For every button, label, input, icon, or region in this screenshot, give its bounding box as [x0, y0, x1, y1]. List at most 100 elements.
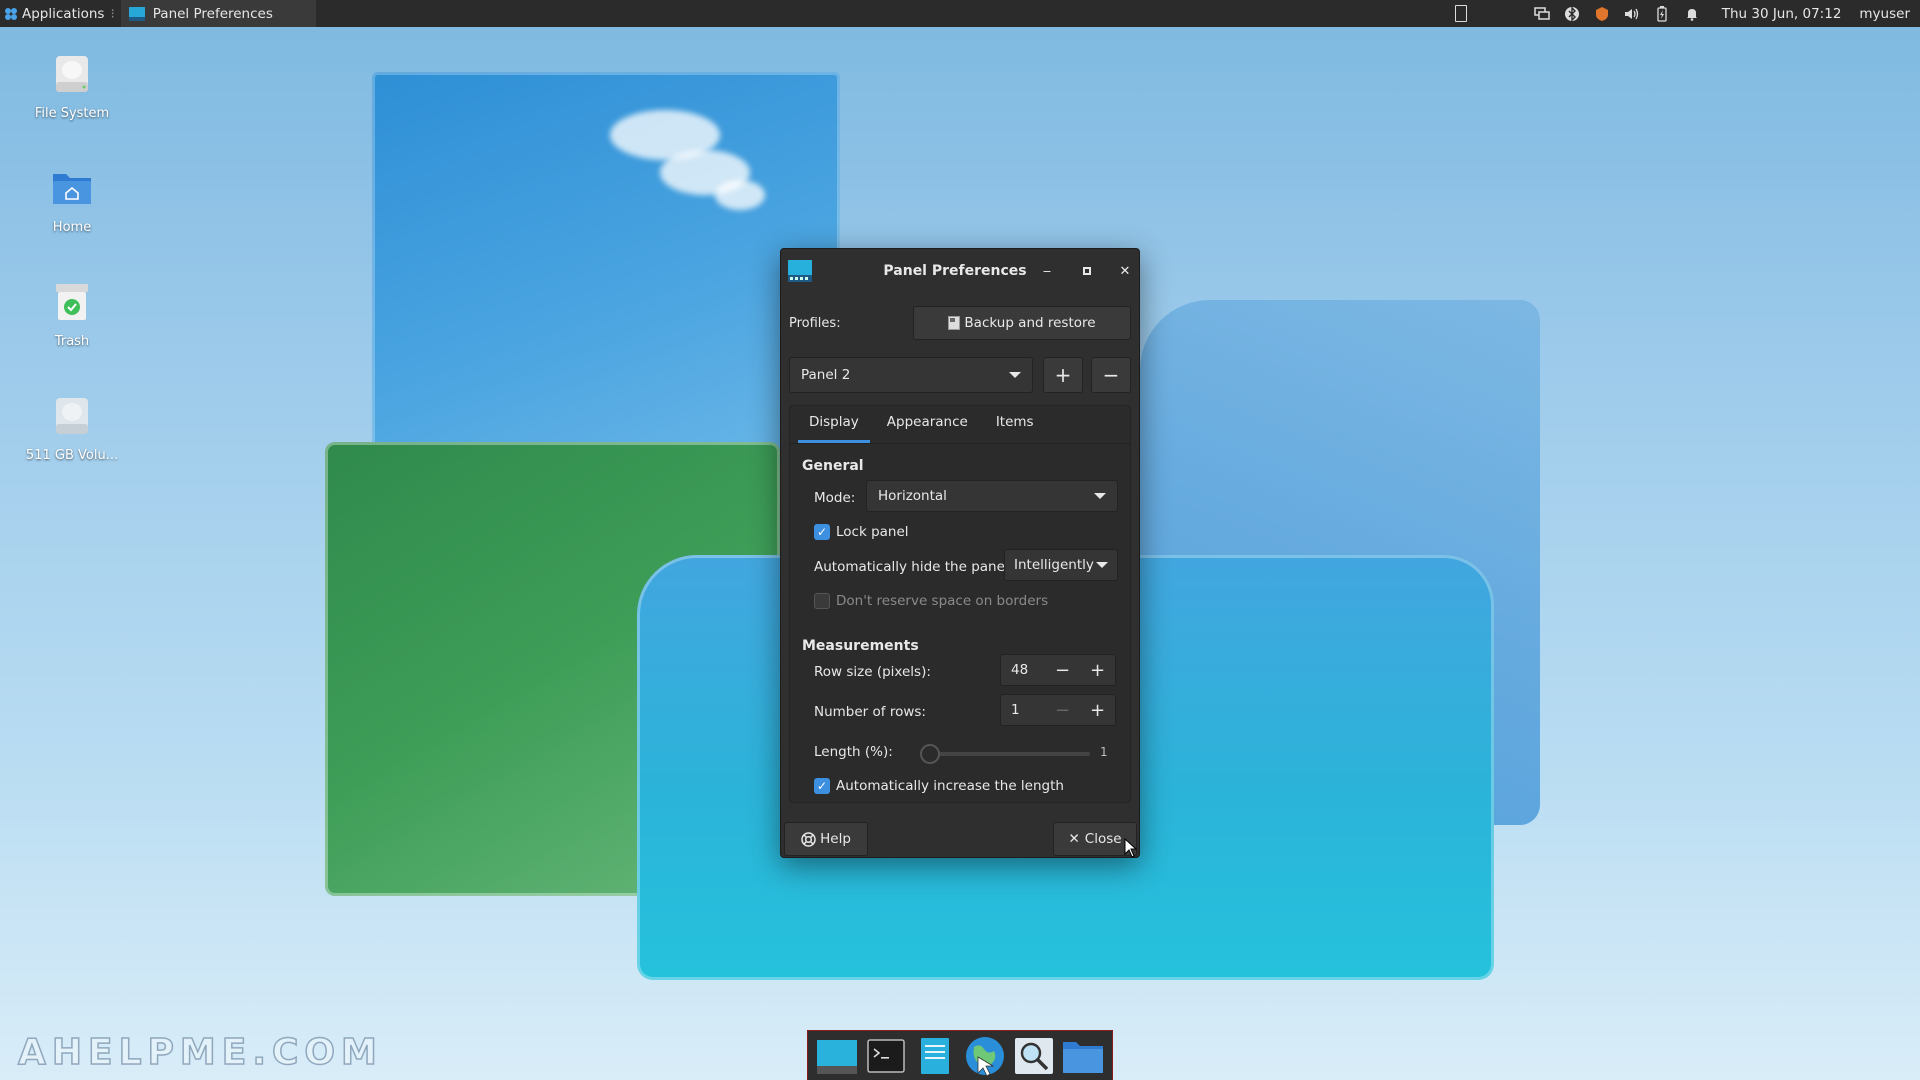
close-icon: ✕: [1119, 263, 1131, 279]
increment-button[interactable]: +: [1080, 660, 1115, 681]
profiles-label: Profiles:: [789, 315, 841, 331]
length-label: Length (%):: [814, 744, 893, 760]
dialog-titlebar[interactable]: Panel Preferences ‒ ✕: [781, 249, 1139, 293]
lock-panel-checkbox[interactable]: ✓ Lock panel: [814, 524, 909, 540]
taskbar-item-label: Panel Preferences: [152, 5, 273, 22]
desktop-icon-label: 511 GB Volu...: [25, 448, 119, 463]
dock-file-manager[interactable]: [1061, 1035, 1105, 1077]
rows-value: 1: [1011, 702, 1020, 718]
dock-terminal[interactable]: [864, 1035, 908, 1077]
panel-select-value: Panel 2: [801, 367, 851, 383]
top-panel: Applications ⁝ Panel Preferences Thu 30 …: [0, 0, 1920, 27]
help-button[interactable]: Help: [784, 822, 868, 856]
panel-preferences-app-icon: [788, 260, 812, 282]
row-size-value: 48: [1011, 662, 1029, 678]
mouse-cursor-icon: [1124, 838, 1138, 858]
remove-panel-button[interactable]: −: [1091, 357, 1131, 393]
dock-show-desktop[interactable]: [815, 1035, 859, 1077]
backup-restore-label: Backup and restore: [964, 315, 1096, 331]
workspace-indicator-icon[interactable]: [1455, 5, 1467, 22]
desktop-icon-trash[interactable]: Trash: [22, 280, 122, 349]
reserve-space-checkbox[interactable]: Don't reserve space on borders: [814, 593, 1048, 609]
row-size-spinbutton[interactable]: 48 − +: [1000, 654, 1116, 686]
drive-icon: [56, 398, 88, 434]
watermark: AHELPME.COM: [17, 1031, 383, 1074]
autohide-select[interactable]: Intelligently: [1004, 549, 1118, 581]
checkbox-unchecked-icon: [814, 593, 830, 609]
tab-bar: Display Appearance Items: [790, 406, 1130, 444]
applications-label: Applications: [22, 5, 105, 22]
measurements-section-title: Measurements: [802, 638, 919, 654]
auto-length-checkbox[interactable]: ✓ Automatically increase the length: [814, 778, 1064, 794]
dock-app-finder[interactable]: [1012, 1035, 1056, 1077]
add-panel-button[interactable]: +: [1043, 357, 1083, 393]
panel-preferences-dialog: Panel Preferences ‒ ✕ Profiles: Backup a…: [780, 248, 1140, 858]
row-size-label: Row size (pixels):: [814, 664, 931, 680]
general-section-title: General: [802, 458, 864, 474]
minimize-button[interactable]: ‒: [1037, 261, 1057, 281]
panel-select[interactable]: Panel 2: [789, 357, 1033, 393]
decrement-button[interactable]: −: [1045, 700, 1080, 721]
mode-select-value: Horizontal: [878, 488, 947, 504]
preferences-notebook: Display Appearance Items General Mode: H…: [789, 405, 1131, 803]
desktop-icon-home[interactable]: Home: [22, 166, 122, 235]
desktop-icon-file-system[interactable]: File System: [22, 52, 122, 121]
bottom-dock: [807, 1030, 1113, 1080]
checkbox-checked-icon: ✓: [814, 778, 830, 794]
help-label: Help: [820, 831, 851, 847]
increment-button[interactable]: +: [1080, 700, 1115, 721]
slider-handle[interactable]: [920, 744, 940, 764]
rows-label: Number of rows:: [814, 704, 926, 720]
document-save-icon: [948, 316, 961, 330]
close-window-button[interactable]: ✕: [1115, 261, 1135, 281]
dock-web-browser[interactable]: [963, 1035, 1007, 1077]
panel-settings-icon: [921, 1037, 950, 1074]
wallpaper-shape-back: [372, 72, 840, 482]
backup-restore-button[interactable]: Backup and restore: [913, 306, 1131, 340]
notification-bell-icon[interactable]: [1684, 6, 1700, 22]
chevron-down-icon: [1096, 562, 1108, 568]
user-menu[interactable]: myuser: [1859, 6, 1910, 22]
folder-icon: [1063, 1041, 1104, 1073]
bluetooth-icon[interactable]: [1564, 5, 1580, 22]
updates-shield-icon[interactable]: [1594, 6, 1610, 22]
network-icon[interactable]: [1533, 6, 1550, 22]
close-icon: ✕: [1068, 831, 1080, 847]
maximize-button[interactable]: [1077, 261, 1097, 281]
maximize-icon: [1083, 267, 1091, 275]
clock[interactable]: Thu 30 Jun, 07:12: [1722, 6, 1842, 22]
battery-charging-icon[interactable]: [1654, 5, 1670, 22]
checkbox-checked-icon: ✓: [814, 524, 830, 540]
mode-select[interactable]: Horizontal: [866, 480, 1118, 512]
tab-appearance[interactable]: Appearance: [876, 414, 979, 443]
dock-panel-preferences[interactable]: [913, 1035, 957, 1077]
taskbar-item-panel-preferences[interactable]: Panel Preferences: [120, 0, 316, 27]
applications-menu-button[interactable]: Applications ⁝: [0, 0, 121, 27]
search-icon: [1014, 1037, 1053, 1074]
wallpaper-cloud: [715, 180, 765, 210]
autohide-label: Automatically hide the panel:: [814, 559, 1014, 575]
mode-label: Mode:: [814, 490, 856, 506]
home-folder-icon: [53, 174, 91, 204]
close-label: Close: [1084, 831, 1122, 847]
length-slider[interactable]: [920, 744, 1090, 764]
rows-spinbutton[interactable]: 1 − +: [1000, 694, 1116, 726]
desktop-icon-label: Home: [52, 220, 92, 235]
web-browser-globe-icon: [965, 1036, 1004, 1077]
desktop-icon-volume[interactable]: 511 GB Volu...: [22, 394, 122, 463]
minimize-icon: ‒: [1042, 263, 1052, 279]
auto-length-label: Automatically increase the length: [836, 778, 1064, 794]
xfce-mouse-icon: [5, 7, 17, 20]
volume-icon[interactable]: [1624, 6, 1640, 22]
tab-items[interactable]: Items: [985, 414, 1045, 443]
show-desktop-icon: [816, 1039, 857, 1074]
panel-preferences-icon: [128, 6, 145, 21]
plus-icon: +: [1054, 363, 1072, 387]
tab-display[interactable]: Display: [798, 414, 870, 443]
trash-icon: [56, 284, 88, 320]
chevron-down-icon: [1094, 493, 1106, 499]
decrement-button[interactable]: −: [1045, 660, 1080, 681]
length-value: 1: [1100, 745, 1108, 759]
autohide-select-value: Intelligently: [1014, 557, 1094, 573]
drive-icon: [56, 56, 88, 92]
